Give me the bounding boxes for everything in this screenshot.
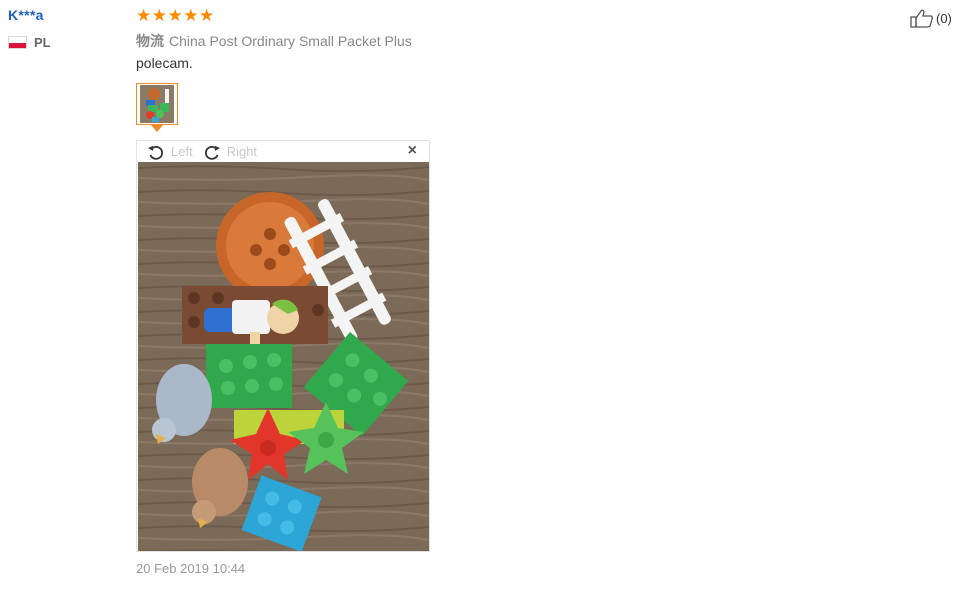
reviewer-country: PL [8, 35, 51, 50]
thumbnail-pointer [151, 125, 163, 132]
thumbs-up-icon [910, 9, 933, 28]
helpful-button[interactable]: (0) [910, 8, 952, 28]
review-comment: polecam. [136, 55, 193, 71]
flag-pl-icon [8, 36, 27, 49]
shipping-info: 物流 China Post Ordinary Small Packet Plus [136, 31, 412, 51]
star-icon: ★ [183, 6, 199, 25]
reviewer-name[interactable]: K***a [8, 7, 44, 23]
star-rating: ★ ★ ★ ★ ★ [136, 7, 215, 24]
rotate-right-button[interactable]: Right [203, 144, 257, 160]
viewer-toolbar: Left Right × [137, 141, 429, 162]
star-icon: ★ [167, 6, 183, 25]
rotate-left-label: Left [171, 144, 193, 159]
review-date: 20 Feb 2019 10:44 [136, 561, 246, 576]
rotate-right-icon [204, 145, 220, 160]
country-code: PL [34, 35, 51, 50]
thumbnail-image [140, 85, 174, 123]
rotate-right-label: Right [226, 144, 258, 159]
review-photo-thumbnail[interactable] [136, 83, 178, 125]
star-icon: ★ [199, 6, 215, 25]
helpful-count: (0) [936, 10, 952, 26]
star-icon: ★ [136, 6, 152, 25]
rotate-left-button[interactable]: Left [147, 144, 193, 160]
star-icon: ★ [151, 6, 167, 25]
photo-viewer: Left Right × [136, 140, 430, 552]
close-icon[interactable]: × [408, 143, 417, 159]
review-photo [138, 162, 429, 551]
shipping-method: China Post Ordinary Small Packet Plus [169, 33, 412, 49]
shipping-label: 物流 [136, 33, 164, 49]
rotate-left-icon [148, 145, 163, 160]
